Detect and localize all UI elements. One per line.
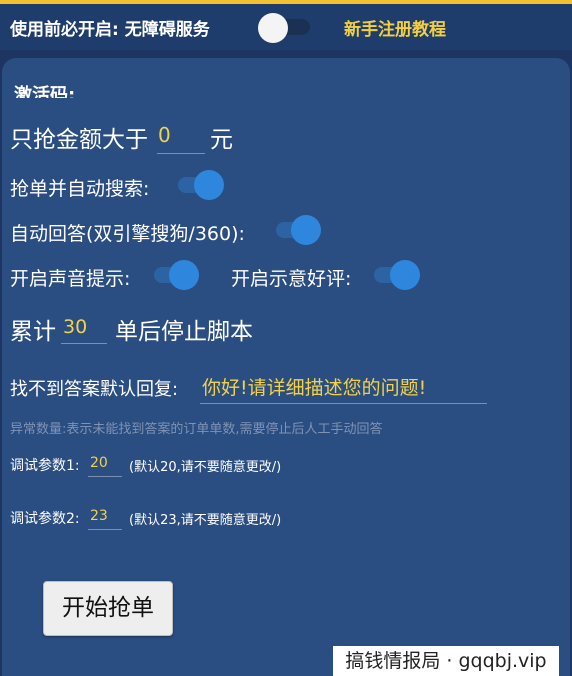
default-reply-underline [200, 403, 487, 404]
default-reply-input[interactable]: 你好!请详细描述您的问题! [202, 373, 426, 400]
activation-code-label: 激活码: [14, 85, 76, 98]
debug1-hint: (默认20,请不要随意更改/) [129, 460, 282, 475]
stop-after-prefix: 累计 [10, 319, 56, 345]
min-amount-input[interactable]: 0 [158, 123, 171, 147]
sound-hint-label: 开启声音提示: [10, 268, 131, 290]
auto-answer-switch-knob[interactable] [291, 215, 321, 245]
tutorial-link[interactable]: 新手注册教程 [344, 15, 446, 40]
sound-hint-switch-knob[interactable] [169, 260, 199, 290]
debug2-label: 调试参数2: [10, 511, 80, 527]
good-review-label: 开启示意好评: [231, 268, 352, 290]
default-reply-label: 找不到答案默认回复: [10, 379, 179, 400]
stop-after-suffix: 单后停止脚本 [115, 319, 253, 345]
auto-search-label: 抢单并自动搜索: [10, 178, 150, 200]
debug1-input[interactable]: 20 [90, 455, 108, 471]
accessibility-toggle-knob[interactable] [258, 13, 288, 43]
auto-answer-label: 自动回答(双引擎搜狗/360): [10, 223, 245, 245]
accessibility-label: 使用前必开启: 无障碍服务 [10, 20, 210, 40]
good-review-switch-knob[interactable] [390, 260, 420, 290]
abnormal-count-note: 异常数量:表示未能找到答案的订单单数,需要停止后人工手动回答 [10, 422, 383, 437]
min-amount-underline [157, 153, 205, 154]
start-grab-button[interactable]: 开始抢单 [43, 581, 173, 636]
debug2-underline [88, 529, 122, 530]
watermark: 搞钱情报局 · gqqbj.vip [333, 646, 559, 676]
min-amount-prefix: 只抢金额大于 [10, 127, 148, 153]
debug1-label: 调试参数1: [10, 458, 80, 474]
debug2-input[interactable]: 23 [90, 508, 108, 524]
debug2-hint: (默认23,请不要随意更改/) [129, 513, 282, 528]
debug1-underline [88, 476, 122, 477]
min-amount-row: 只抢金额大于 [10, 120, 148, 154]
stop-after-input[interactable]: 30 [63, 316, 87, 338]
stop-after-underline [61, 343, 107, 344]
top-bar: 使用前必开启: 无障碍服务 新手注册教程 [0, 4, 572, 50]
auto-search-switch-knob[interactable] [194, 170, 224, 200]
min-amount-suffix: 元 [210, 127, 233, 153]
